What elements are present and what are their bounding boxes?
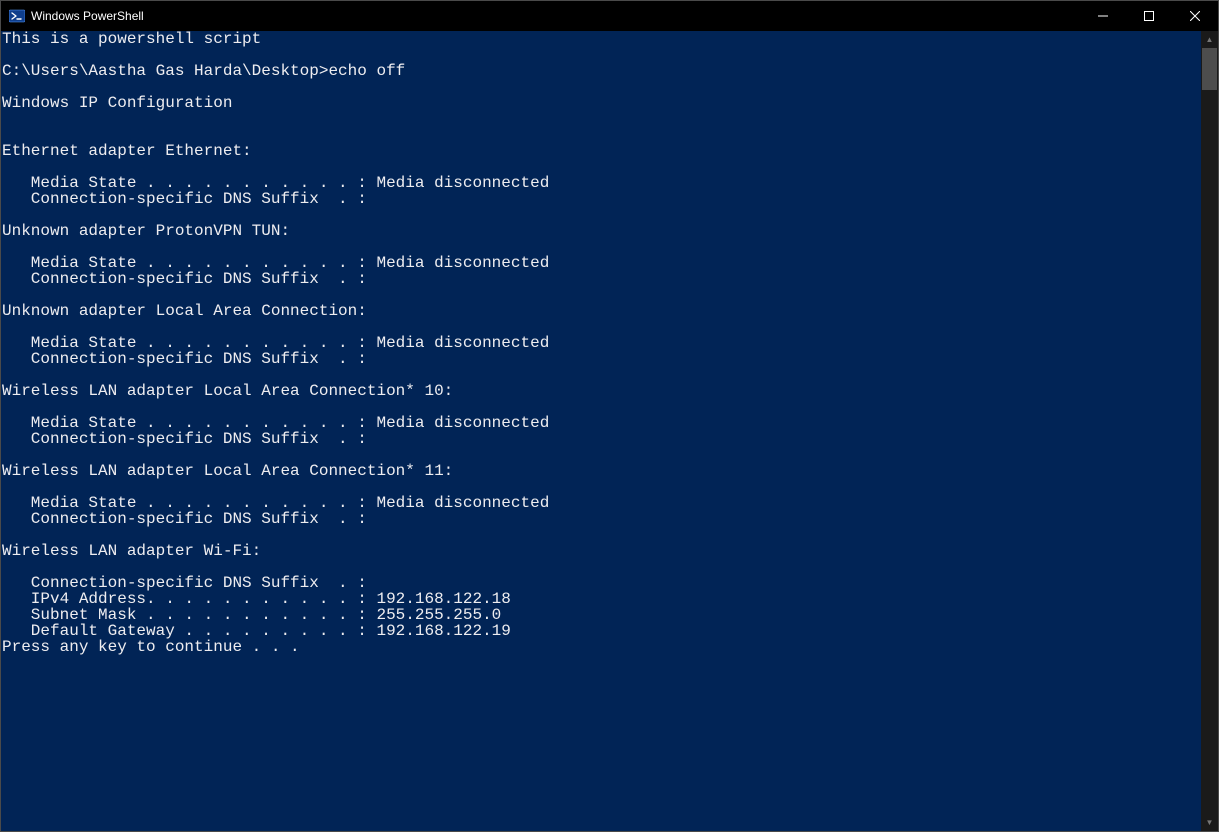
- close-icon: [1190, 11, 1200, 21]
- maximize-button[interactable]: [1126, 1, 1172, 31]
- terminal-line: Media State . . . . . . . . . . . : Medi…: [2, 175, 1201, 191]
- terminal-line: Default Gateway . . . . . . . . . : 192.…: [2, 623, 1201, 639]
- terminal-line: [2, 239, 1201, 255]
- close-button[interactable]: [1172, 1, 1218, 31]
- terminal-output[interactable]: This is a powershell script C:\Users\Aast…: [1, 31, 1201, 831]
- terminal-line: Subnet Mask . . . . . . . . . . . : 255.…: [2, 607, 1201, 623]
- terminal-line: Media State . . . . . . . . . . . : Medi…: [2, 255, 1201, 271]
- terminal-line: Windows IP Configuration: [2, 95, 1201, 111]
- terminal-line: C:\Users\Aastha Gas Harda\Desktop>echo o…: [2, 63, 1201, 79]
- terminal-line: Connection-specific DNS Suffix . :: [2, 191, 1201, 207]
- terminal-line: Connection-specific DNS Suffix . :: [2, 351, 1201, 367]
- terminal-line: IPv4 Address. . . . . . . . . . . : 192.…: [2, 591, 1201, 607]
- titlebar[interactable]: Windows PowerShell: [1, 1, 1218, 31]
- terminal-line: [2, 47, 1201, 63]
- terminal-line: [2, 447, 1201, 463]
- terminal-line: [2, 399, 1201, 415]
- terminal-line: Press any key to continue . . .: [2, 639, 1201, 655]
- terminal-line: Media State . . . . . . . . . . . : Medi…: [2, 335, 1201, 351]
- scroll-down-arrow-icon[interactable]: ▼: [1201, 814, 1218, 831]
- terminal-line: Connection-specific DNS Suffix . :: [2, 511, 1201, 527]
- window-title: Windows PowerShell: [31, 9, 144, 23]
- scrollbar-thumb[interactable]: [1202, 48, 1217, 90]
- terminal-line: Unknown adapter Local Area Connection:: [2, 303, 1201, 319]
- terminal-line: [2, 79, 1201, 95]
- terminal-line: Media State . . . . . . . . . . . : Medi…: [2, 415, 1201, 431]
- minimize-button[interactable]: [1080, 1, 1126, 31]
- client-area: This is a powershell script C:\Users\Aast…: [1, 31, 1218, 831]
- terminal-line: Connection-specific DNS Suffix . :: [2, 431, 1201, 447]
- terminal-line: [2, 367, 1201, 383]
- window-controls: [1080, 1, 1218, 31]
- terminal-line: This is a powershell script: [2, 31, 1201, 47]
- terminal-line: Connection-specific DNS Suffix . :: [2, 575, 1201, 591]
- terminal-line: [2, 479, 1201, 495]
- terminal-line: [2, 559, 1201, 575]
- terminal-line: Wireless LAN adapter Local Area Connecti…: [2, 383, 1201, 399]
- terminal-line: [2, 207, 1201, 223]
- terminal-line: [2, 287, 1201, 303]
- terminal-line: Connection-specific DNS Suffix . :: [2, 271, 1201, 287]
- scroll-up-arrow-icon[interactable]: ▲: [1201, 31, 1218, 48]
- terminal-line: Wireless LAN adapter Local Area Connecti…: [2, 463, 1201, 479]
- terminal-line: [2, 527, 1201, 543]
- terminal-line: Unknown adapter ProtonVPN TUN:: [2, 223, 1201, 239]
- minimize-icon: [1098, 11, 1108, 21]
- terminal-line: [2, 127, 1201, 143]
- terminal-line: [2, 111, 1201, 127]
- terminal-line: Media State . . . . . . . . . . . : Medi…: [2, 495, 1201, 511]
- terminal-line: Ethernet adapter Ethernet:: [2, 143, 1201, 159]
- vertical-scrollbar[interactable]: ▲ ▼: [1201, 31, 1218, 831]
- powershell-icon: [9, 8, 25, 24]
- powershell-window: Windows PowerShell This is a power: [0, 0, 1219, 832]
- terminal-line: [2, 159, 1201, 175]
- terminal-line: [2, 319, 1201, 335]
- terminal-line: Wireless LAN adapter Wi-Fi:: [2, 543, 1201, 559]
- maximize-icon: [1144, 11, 1154, 21]
